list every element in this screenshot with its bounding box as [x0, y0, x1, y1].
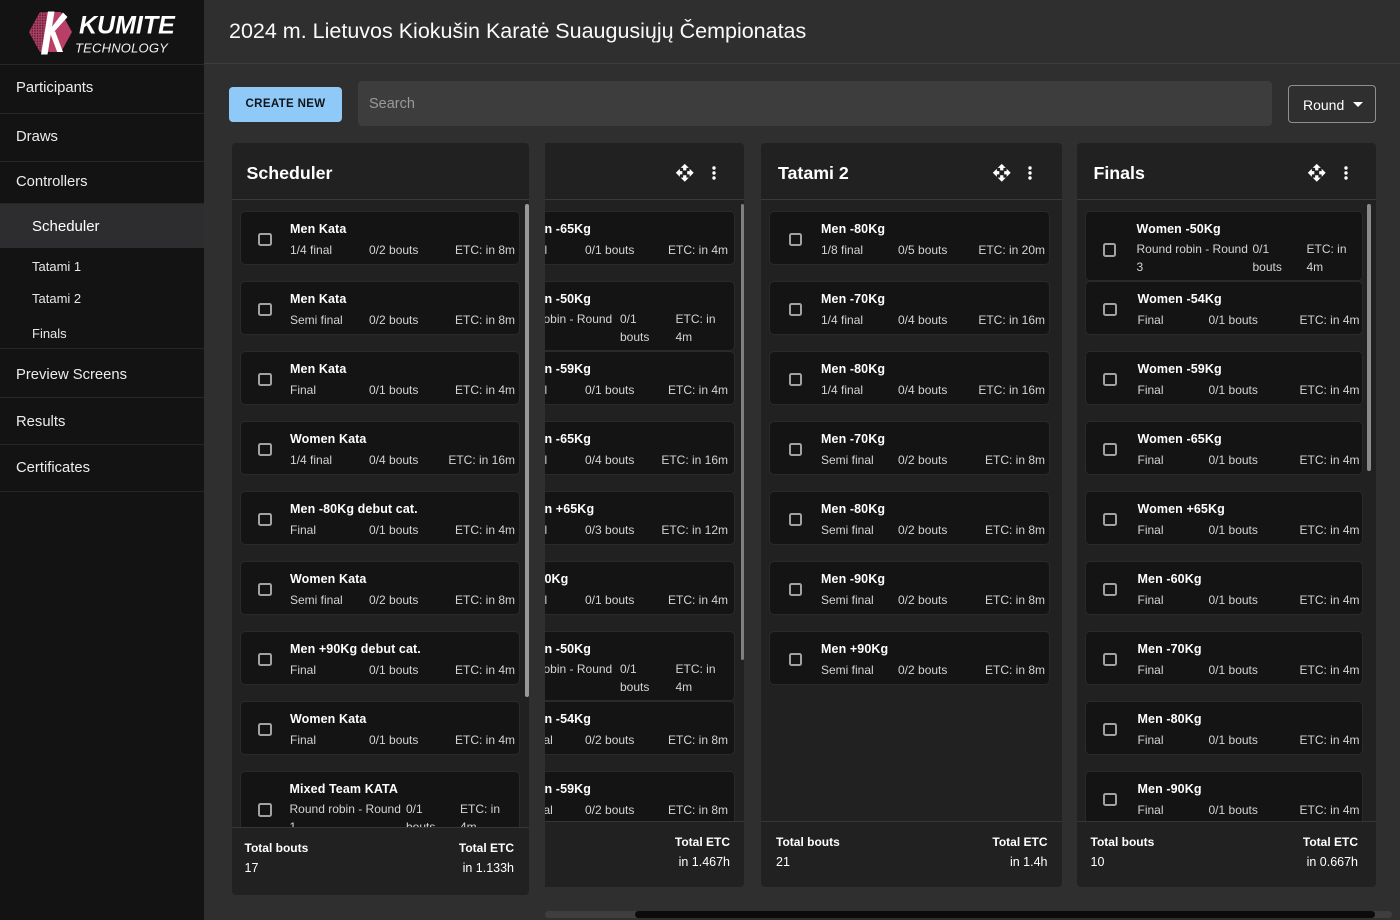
svg-text:TECHNOLOGY: TECHNOLOGY — [75, 41, 169, 56]
svg-text:KUMITE: KUMITE — [79, 12, 176, 40]
